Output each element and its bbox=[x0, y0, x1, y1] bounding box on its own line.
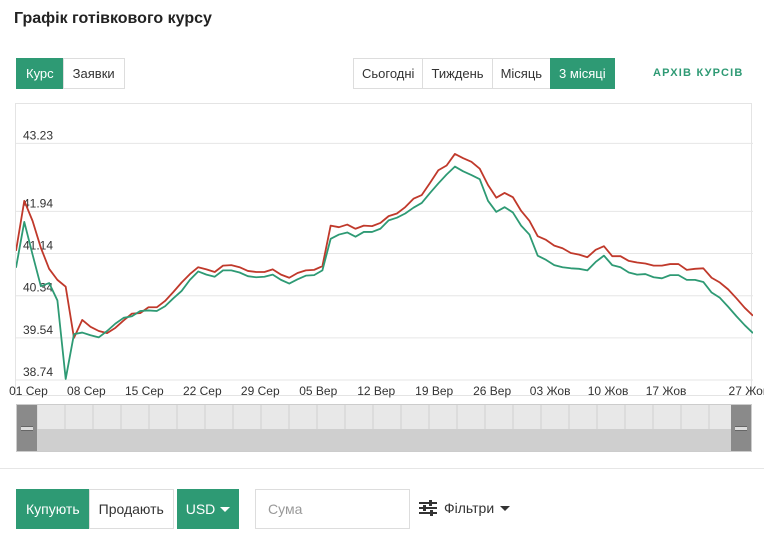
range-navigator[interactable] bbox=[16, 404, 752, 452]
chart-series bbox=[16, 153, 753, 380]
tab-week[interactable]: Тиждень bbox=[422, 58, 493, 89]
tab-month[interactable]: Місяць bbox=[491, 58, 552, 89]
filters-label: Фільтри bbox=[444, 500, 495, 516]
series-line-0 bbox=[16, 153, 753, 339]
y-tick-label: 39.54 bbox=[23, 323, 53, 337]
sliders-icon bbox=[419, 500, 437, 516]
mode-tabs: Курс Заявки bbox=[16, 58, 125, 89]
navigator-right-handle[interactable] bbox=[731, 405, 751, 451]
tab-sell[interactable]: Продають bbox=[88, 489, 174, 529]
navigator-preview bbox=[36, 405, 738, 451]
x-tick-label: 15 Сер bbox=[125, 384, 164, 398]
chart-container: 43.23 41.94 41.14 40.34 39.54 38.74 bbox=[15, 103, 753, 396]
tab-buy[interactable]: Купують bbox=[16, 489, 90, 529]
period-tabs: Сьогодні Тиждень Місяць 3 місяці bbox=[353, 58, 615, 89]
tab-rate[interactable]: Курс bbox=[16, 58, 64, 89]
navigator-left-handle[interactable] bbox=[17, 405, 37, 451]
x-axis: 01 Сер 08 Сер 15 Сер 22 Сер 29 Сер 05 Вер 12 В… bbox=[9, 384, 764, 398]
action-tabs: Купують Продають bbox=[16, 489, 174, 529]
x-tick-label: 03 Жов bbox=[530, 384, 571, 398]
caret-down-icon bbox=[220, 506, 231, 512]
divider bbox=[0, 468, 764, 469]
y-tick-label: 43.23 bbox=[23, 128, 53, 142]
tab-3-months[interactable]: 3 місяці bbox=[550, 58, 615, 89]
y-tick-label: 38.74 bbox=[23, 365, 53, 379]
tab-today[interactable]: Сьогодні bbox=[353, 58, 424, 89]
archive-link[interactable]: АРХІВ КУРСІВ bbox=[653, 67, 744, 79]
series-line-1 bbox=[16, 165, 753, 380]
chart-grid bbox=[16, 142, 753, 381]
tab-requests[interactable]: Заявки bbox=[62, 58, 125, 89]
currency-select[interactable]: USD bbox=[177, 489, 239, 529]
currency-value: USD bbox=[185, 501, 216, 517]
rate-chart: 43.2341.9441.1440.3439.5438.74 bbox=[16, 128, 753, 381]
x-axis-labels: 01 Сер 08 Сер 15 Сер 22 Сер 29 Сер 05 Вер 12 В… bbox=[9, 384, 764, 398]
caret-down-icon bbox=[500, 505, 511, 511]
x-tick-label: 17 Жов bbox=[646, 384, 687, 398]
sum-input[interactable] bbox=[255, 489, 410, 529]
page-title: Графік готівкового курсу bbox=[14, 10, 212, 27]
x-tick-label: 22 Сер bbox=[183, 384, 222, 398]
x-tick-label: 27 Жов bbox=[729, 384, 764, 398]
x-tick-label: 01 Сер bbox=[9, 384, 48, 398]
x-tick-label: 29 Сер bbox=[241, 384, 280, 398]
x-tick-label: 12 Вер bbox=[357, 384, 395, 398]
x-tick-label: 10 Жов bbox=[588, 384, 629, 398]
x-tick-label: 19 Вер bbox=[415, 384, 453, 398]
x-tick-label: 05 Вер bbox=[299, 384, 337, 398]
filters-button[interactable]: Фільтри bbox=[418, 499, 511, 517]
x-tick-label: 08 Сер bbox=[67, 384, 106, 398]
navigator-area bbox=[37, 429, 733, 451]
x-tick-label: 26 Вер bbox=[473, 384, 511, 398]
